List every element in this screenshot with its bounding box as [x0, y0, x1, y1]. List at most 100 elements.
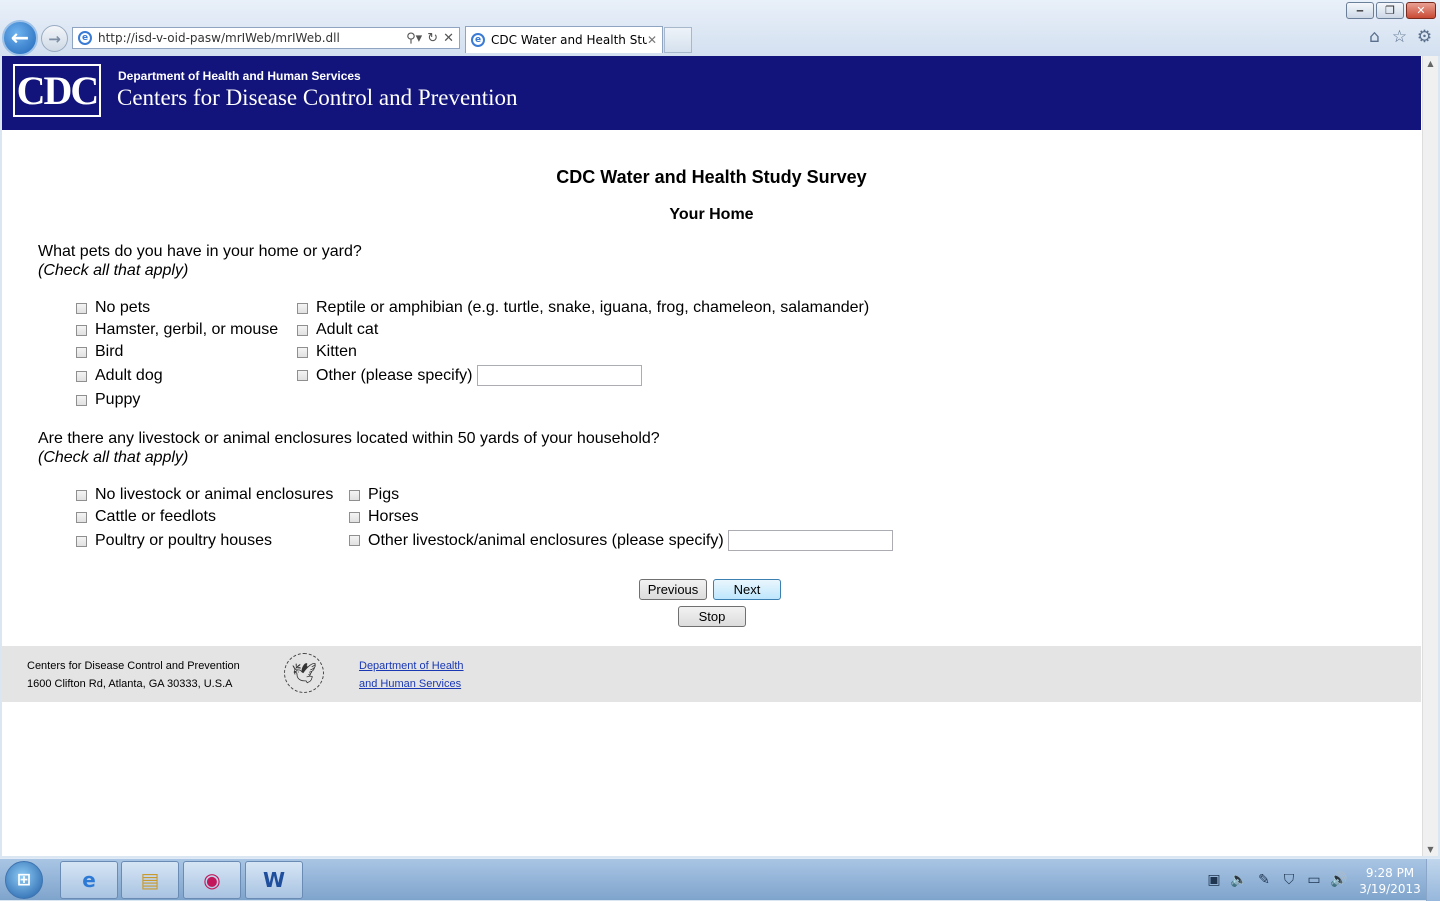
refresh-icon[interactable]: ↻ — [427, 31, 438, 46]
option-other-pet[interactable]: Other (please specify) — [297, 365, 642, 386]
home-icon[interactable]: ⌂ — [1365, 27, 1384, 47]
speaker-icon[interactable]: 🔈 — [1229, 870, 1249, 890]
option-label: No livestock or animal enclosures — [95, 486, 334, 503]
option-adult-cat[interactable]: Adult cat — [297, 321, 378, 339]
question-hint: (Check all that apply) — [38, 262, 189, 279]
address-bar[interactable]: e http://isd-v-oid-pasw/mrIWeb/mrIWeb.dl… — [72, 27, 460, 49]
checkbox[interactable] — [349, 489, 360, 501]
option-label: Adult cat — [316, 321, 379, 338]
footer-address: 1600 Clifton Rd, Atlanta, GA 30333, U.S.… — [27, 678, 233, 690]
start-button[interactable]: ⊞ — [5, 861, 43, 899]
option-no-livestock[interactable]: No livestock or animal enclosures — [76, 486, 333, 504]
page-footer: Centers for Disease Control and Preventi… — [2, 646, 1421, 702]
option-hamster-gerbil-mouse[interactable]: Hamster, gerbil, or mouse — [76, 321, 278, 339]
option-pigs[interactable]: Pigs — [349, 486, 399, 504]
checkbox[interactable] — [76, 324, 87, 336]
option-label: Pigs — [368, 486, 400, 503]
option-no-pets[interactable]: No pets — [76, 299, 150, 317]
stop-icon[interactable]: ✕ — [443, 31, 454, 46]
tab-title: CDC Water and Health Study — [491, 33, 647, 47]
option-other-livestock[interactable]: Other livestock/animal enclosures (pleas… — [349, 530, 893, 551]
option-label: Adult dog — [95, 367, 163, 384]
option-label: Poultry or poultry houses — [95, 532, 272, 549]
pen-icon[interactable]: ✎ — [1254, 870, 1274, 890]
network-icon[interactable]: ▣ — [1204, 870, 1224, 890]
forward-arrow-icon: → — [48, 29, 61, 48]
vertical-scrollbar[interactable]: ▲ ▼ — [1422, 56, 1438, 856]
question-text: What pets do you have in your home or ya… — [38, 243, 362, 260]
option-reptile-amphibian[interactable]: Reptile or amphibian (e.g. turtle, snake… — [297, 299, 869, 317]
minimize-button[interactable]: ‒ — [1346, 2, 1374, 19]
url-text[interactable]: http://isd-v-oid-pasw/mrIWeb/mrIWeb.dll — [98, 31, 406, 45]
new-tab-button[interactable] — [664, 27, 692, 53]
checkbox[interactable] — [76, 394, 87, 406]
stop-button[interactable]: Stop — [678, 606, 746, 627]
display-icon[interactable]: ▭ — [1304, 870, 1324, 890]
checkbox[interactable] — [297, 324, 308, 336]
taskbar-media-app[interactable]: ◉ — [183, 861, 241, 899]
option-label: Reptile or amphibian (e.g. turtle, snake… — [316, 299, 870, 316]
taskbar-file-explorer[interactable]: ▤ — [121, 861, 179, 899]
other-livestock-input[interactable] — [727, 530, 893, 551]
option-bird[interactable]: Bird — [76, 343, 123, 361]
media-app-icon: ◉ — [203, 868, 221, 892]
question-pets: What pets do you have in your home or ya… — [38, 242, 362, 280]
checkbox[interactable] — [349, 511, 360, 523]
option-label: Other livestock/animal enclosures (pleas… — [368, 531, 724, 549]
system-clock[interactable]: 9:28 PM 3/19/2013 — [1356, 865, 1424, 897]
option-label: Cattle or feedlots — [95, 508, 216, 525]
checkbox[interactable] — [76, 489, 87, 501]
taskbar-word[interactable]: W — [245, 861, 303, 899]
page-favicon-icon: e — [78, 31, 92, 45]
option-adult-dog[interactable]: Adult dog — [76, 367, 163, 385]
forward-button[interactable]: → — [41, 25, 68, 52]
cdc-logo[interactable]: CDC — [13, 64, 101, 117]
windows-logo-icon: ⊞ — [16, 870, 32, 890]
close-window-button[interactable]: ✕ — [1406, 2, 1436, 19]
checkbox[interactable] — [76, 346, 87, 358]
question-livestock: Are there any livestock or animal enclos… — [38, 429, 660, 467]
other-pet-input[interactable] — [476, 365, 642, 386]
checkbox[interactable] — [76, 370, 87, 382]
restore-button[interactable]: ❐ — [1376, 2, 1404, 19]
internet-explorer-icon: e — [82, 868, 96, 892]
file-explorer-icon: ▤ — [140, 868, 160, 892]
checkbox[interactable] — [76, 535, 87, 547]
question-hint: (Check all that apply) — [38, 449, 189, 466]
checkbox[interactable] — [297, 346, 308, 358]
taskbar-internet-explorer[interactable]: e — [60, 861, 118, 899]
favorites-star-icon[interactable]: ☆ — [1390, 27, 1409, 47]
option-cattle-feedlots[interactable]: Cattle or feedlots — [76, 508, 216, 526]
hhs-eagle-logo-icon: 🕊 — [284, 653, 324, 693]
show-desktop-button[interactable] — [1426, 859, 1440, 901]
survey-title: CDC Water and Health Study Survey — [556, 167, 867, 187]
option-kitten[interactable]: Kitten — [297, 343, 357, 361]
gear-icon[interactable]: ⚙ — [1415, 27, 1434, 47]
tab-cdc-survey[interactable]: e CDC Water and Health Study ✕ — [465, 26, 663, 53]
option-label: Bird — [95, 343, 124, 360]
checkbox[interactable] — [297, 370, 308, 381]
next-button[interactable]: Next — [713, 579, 781, 600]
security-shield-icon[interactable]: ⛉ — [1279, 870, 1299, 890]
option-horses[interactable]: Horses — [349, 508, 419, 526]
scroll-down-icon[interactable]: ▼ — [1423, 842, 1438, 856]
section-title: Your Home — [669, 206, 754, 223]
back-button[interactable]: ← — [2, 20, 38, 56]
search-icon[interactable]: ⚲▾ — [406, 31, 422, 46]
checkbox[interactable] — [349, 535, 360, 546]
checkbox[interactable] — [297, 302, 308, 314]
option-puppy[interactable]: Puppy — [76, 391, 140, 409]
close-icon: ✕ — [1416, 4, 1426, 17]
back-arrow-icon: ← — [10, 25, 30, 51]
checkbox[interactable] — [76, 511, 87, 523]
checkbox[interactable] — [76, 302, 87, 314]
scroll-up-icon[interactable]: ▲ — [1423, 56, 1438, 70]
clock-time: 9:28 PM — [1365, 866, 1415, 880]
option-poultry[interactable]: Poultry or poultry houses — [76, 532, 272, 550]
hhs-link-line2[interactable]: and Human Services — [359, 678, 461, 690]
option-label: Other (please specify) — [316, 366, 473, 384]
hhs-link-line1[interactable]: Department of Health — [359, 660, 464, 672]
tab-close-icon[interactable]: ✕ — [647, 33, 657, 47]
previous-button[interactable]: Previous — [639, 579, 707, 600]
volume-icon[interactable]: 🔊 — [1329, 870, 1349, 890]
